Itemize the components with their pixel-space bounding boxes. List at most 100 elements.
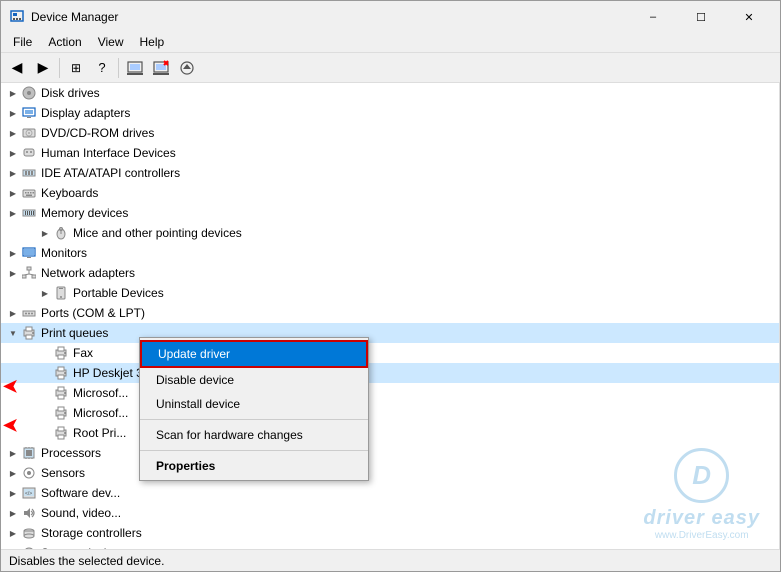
label-system: System devices [41, 546, 125, 549]
icon-memory [21, 205, 37, 221]
toolbar-scan[interactable] [123, 56, 147, 80]
context-menu-disable-device[interactable]: Disable device [140, 368, 368, 392]
icon-mice [53, 225, 69, 241]
tree-item-disk-drives[interactable]: ▶ Disk drives [1, 83, 779, 103]
toolbar-back[interactable]: ◀ [5, 56, 29, 80]
label-portable: Portable Devices [73, 286, 164, 300]
tree-item-fax[interactable]: Fax [1, 343, 779, 363]
tree-item-root-print[interactable]: Root Pri... [1, 423, 779, 443]
label-mice: Mice and other pointing devices [73, 226, 242, 240]
tree-item-monitors[interactable]: ▶ Monitors [1, 243, 779, 263]
tree-item-print-queues[interactable]: ▼ Print queues [1, 323, 779, 343]
label-hid: Human Interface Devices [41, 146, 176, 160]
context-menu-sep-1 [140, 419, 368, 420]
close-button[interactable]: ✕ [726, 7, 772, 27]
icon-network [21, 265, 37, 281]
minimize-button[interactable]: – [630, 7, 676, 27]
tree-item-mice[interactable]: ▶ Mice and other pointing devices [1, 223, 779, 243]
icon-microsoft2 [53, 405, 69, 421]
toolbar-properties[interactable]: ⊞ [64, 56, 88, 80]
tree-item-dvdcd[interactable]: ▶ DVD/CD-ROM drives [1, 123, 779, 143]
icon-processors [21, 445, 37, 461]
context-menu-uninstall-device[interactable]: Uninstall device [140, 392, 368, 416]
window-frame: Device Manager – ☐ ✕ File Action View He… [0, 0, 781, 572]
label-disk-drives: Disk drives [41, 86, 100, 100]
label-root-print: Root Pri... [73, 426, 126, 440]
tree-item-microsoft1[interactable]: Microsof... [1, 383, 779, 403]
arrow-ide: ▶ [5, 165, 21, 181]
icon-storage [21, 525, 37, 541]
tree-item-portable[interactable]: ▶ Portable Devices [1, 283, 779, 303]
label-storage: Storage controllers [41, 526, 142, 540]
arrow-processors: ▶ [5, 445, 21, 461]
tree-item-microsoft2[interactable]: Microsof... [1, 403, 779, 423]
menu-help[interactable]: Help [132, 33, 173, 50]
toolbar-help[interactable]: ? [90, 56, 114, 80]
restore-button[interactable]: ☐ [678, 7, 724, 27]
icon-portable [53, 285, 69, 301]
icon-keyboards [21, 185, 37, 201]
icon-hp-deskjet [53, 365, 69, 381]
tree-item-processors[interactable]: ▶ Processors [1, 443, 779, 463]
tree-item-hp-deskjet[interactable]: HP Deskjet 3050 J610 series [1, 363, 779, 383]
label-ide: IDE ATA/ATAPI controllers [41, 166, 180, 180]
toolbar-forward[interactable]: ▶ [31, 56, 55, 80]
tree-item-ide[interactable]: ▶ IDE ATA/ATAPI controllers [1, 163, 779, 183]
window-title: Device Manager [31, 10, 630, 24]
tree-item-hid[interactable]: ▶ Human Interface Devices [1, 143, 779, 163]
arrow-sensors: ▶ [5, 465, 21, 481]
toolbar-update[interactable] [175, 56, 199, 80]
arrow-portable: ▶ [37, 285, 53, 301]
title-bar: Device Manager – ☐ ✕ [1, 1, 780, 31]
toolbar-sep-1 [59, 58, 60, 78]
label-sound: Sound, video... [41, 506, 121, 520]
arrow-memory: ▶ [5, 205, 21, 221]
device-list[interactable]: ▶ Disk drives ▶ Display adapters ▶ [1, 83, 780, 549]
arrow-disk-drives: ▶ [5, 85, 21, 101]
menu-action[interactable]: Action [40, 33, 89, 50]
icon-ports [21, 305, 37, 321]
tree-item-network[interactable]: ▶ Network adapters [1, 263, 779, 283]
tree-item-ports[interactable]: ▶ Ports (COM & LPT) [1, 303, 779, 323]
window-controls[interactable]: – ☐ ✕ [630, 7, 772, 27]
icon-sound [21, 505, 37, 521]
tree-item-keyboards[interactable]: ▶ Keyboards [1, 183, 779, 203]
label-monitors: Monitors [41, 246, 87, 260]
arrow-dvdcd: ▶ [5, 125, 21, 141]
context-menu-scan[interactable]: Scan for hardware changes [140, 423, 368, 447]
arrow-system: ▶ [5, 545, 21, 549]
icon-display-adapters [21, 105, 37, 121]
label-dvdcd: DVD/CD-ROM drives [41, 126, 154, 140]
tree-item-storage[interactable]: ▶ Storage controllers [1, 523, 779, 543]
label-print-queues: Print queues [41, 326, 108, 340]
icon-sensors [21, 465, 37, 481]
label-software-dev: Software dev... [41, 486, 120, 500]
icon-system [21, 545, 37, 549]
tree-item-sound[interactable]: ▶ Sound, video... [1, 503, 779, 523]
label-network: Network adapters [41, 266, 135, 280]
icon-fax [53, 345, 69, 361]
toolbar: ◀ ▶ ⊞ ? [1, 53, 780, 83]
icon-print-queues [21, 325, 37, 341]
label-keyboards: Keyboards [41, 186, 98, 200]
menu-view[interactable]: View [90, 33, 132, 50]
context-menu-update-driver[interactable]: Update driver [140, 340, 368, 368]
toolbar-uninstall[interactable] [149, 56, 173, 80]
status-bar: Disables the selected device. [1, 549, 780, 571]
arrow-network: ▶ [5, 265, 21, 281]
icon-software-dev: </> [21, 485, 37, 501]
menu-file[interactable]: File [5, 33, 40, 50]
arrow-print-queues: ▼ [5, 325, 21, 341]
tree-item-software-dev[interactable]: ▶ </> Software dev... [1, 483, 779, 503]
tree-item-memory[interactable]: ▶ Memory devices [1, 203, 779, 223]
context-menu-sep-2 [140, 450, 368, 451]
red-arrow-2: ➤ [3, 415, 18, 436]
context-menu-properties[interactable]: Properties [140, 454, 368, 478]
arrow-storage: ▶ [5, 525, 21, 541]
tree-item-system[interactable]: ▶ System devices [1, 543, 779, 549]
label-ports: Ports (COM & LPT) [41, 306, 145, 320]
icon-hid [21, 145, 37, 161]
tree-item-sensors[interactable]: ▶ Sensors [1, 463, 779, 483]
toolbar-sep-2 [118, 58, 119, 78]
tree-item-display-adapters[interactable]: ▶ Display adapters [1, 103, 779, 123]
